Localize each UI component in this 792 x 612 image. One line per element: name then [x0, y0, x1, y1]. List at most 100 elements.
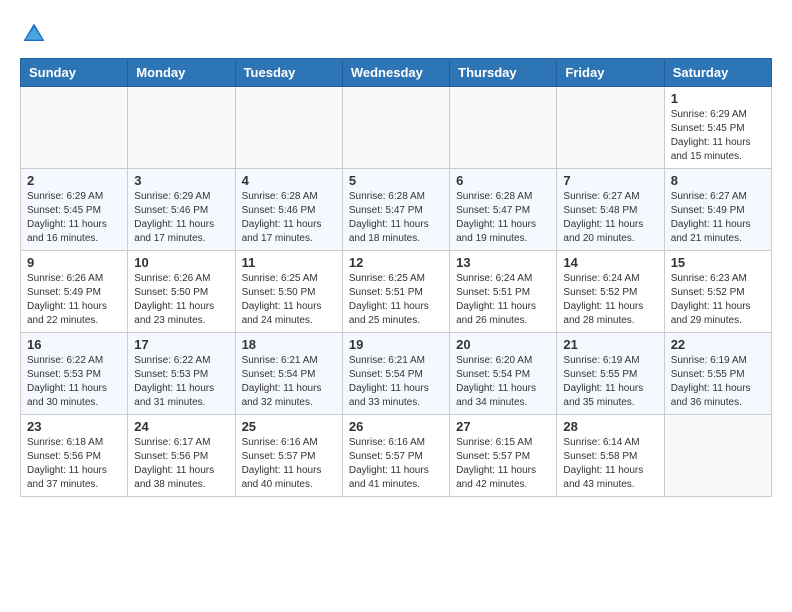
- calendar-cell: 23 Sunrise: 6:18 AM Sunset: 5:56 PM Dayli…: [21, 415, 128, 497]
- calendar-cell: 10 Sunrise: 6:26 AM Sunset: 5:50 PM Dayli…: [128, 251, 235, 333]
- day-info: Sunrise: 6:28 AM Sunset: 5:46 PM Dayligh…: [242, 190, 336, 246]
- calendar-table: SundayMondayTuesdayWednesdayThursdayFrid…: [20, 58, 772, 497]
- day-info: Sunrise: 6:29 AM Sunset: 5:45 PM Dayligh…: [671, 108, 765, 164]
- calendar-cell: 2Sunrise: 6:29 AM Sunset: 5:45 PM Daylig…: [21, 169, 128, 251]
- day-info: Sunrise: 6:17 AM Sunset: 5:56 PM Dayligh…: [134, 436, 228, 492]
- calendar-week-row: 2Sunrise: 6:29 AM Sunset: 5:45 PM Daylig…: [21, 169, 772, 251]
- day-number: 8: [671, 173, 765, 188]
- weekday-header-thursday: Thursday: [450, 59, 557, 87]
- day-number: 3: [134, 173, 228, 188]
- day-number: 24: [134, 419, 228, 434]
- calendar-cell: [128, 87, 235, 169]
- calendar-cell: 27 Sunrise: 6:15 AM Sunset: 5:57 PM Dayli…: [450, 415, 557, 497]
- day-info: Sunrise: 6:26 AM Sunset: 5:49 PM Dayligh…: [27, 272, 121, 328]
- day-info: Sunrise: 6:25 AM Sunset: 5:51 PM Dayligh…: [349, 272, 443, 328]
- calendar-cell: 20 Sunrise: 6:20 AM Sunset: 5:54 PM Dayli…: [450, 333, 557, 415]
- calendar-cell: 1 Sunrise: 6:29 AM Sunset: 5:45 PM Daylig…: [664, 87, 771, 169]
- day-info: Sunrise: 6:28 AM Sunset: 5:47 PM Dayligh…: [349, 190, 443, 246]
- day-info: Sunrise: 6:25 AM Sunset: 5:50 PM Dayligh…: [242, 272, 336, 328]
- day-number: 21: [563, 337, 657, 352]
- day-number: 25: [242, 419, 336, 434]
- calendar-header-row: SundayMondayTuesdayWednesdayThursdayFrid…: [21, 59, 772, 87]
- calendar-cell: 8 Sunrise: 6:27 AM Sunset: 5:49 PM Daylig…: [664, 169, 771, 251]
- day-number: 26: [349, 419, 443, 434]
- calendar-cell: 25 Sunrise: 6:16 AM Sunset: 5:57 PM Dayli…: [235, 415, 342, 497]
- calendar-cell: 6 Sunrise: 6:28 AM Sunset: 5:47 PM Daylig…: [450, 169, 557, 251]
- day-number: 19: [349, 337, 443, 352]
- day-number: 18: [242, 337, 336, 352]
- day-number: 13: [456, 255, 550, 270]
- calendar-cell: 3 Sunrise: 6:29 AM Sunset: 5:46 PM Daylig…: [128, 169, 235, 251]
- day-number: 6: [456, 173, 550, 188]
- page-header: [20, 20, 772, 48]
- calendar-cell: [450, 87, 557, 169]
- calendar-cell: 28 Sunrise: 6:14 AM Sunset: 5:58 PM Dayli…: [557, 415, 664, 497]
- calendar-cell: 14 Sunrise: 6:24 AM Sunset: 5:52 PM Dayli…: [557, 251, 664, 333]
- calendar-cell: 16 Sunrise: 6:22 AM Sunset: 5:53 PM Dayli…: [21, 333, 128, 415]
- calendar-cell: [235, 87, 342, 169]
- day-info: Sunrise: 6:27 AM Sunset: 5:49 PM Dayligh…: [671, 190, 765, 246]
- calendar-cell: 17 Sunrise: 6:22 AM Sunset: 5:53 PM Dayli…: [128, 333, 235, 415]
- day-info: Sunrise: 6:14 AM Sunset: 5:58 PM Dayligh…: [563, 436, 657, 492]
- day-number: 22: [671, 337, 765, 352]
- calendar-cell: 5 Sunrise: 6:28 AM Sunset: 5:47 PM Daylig…: [342, 169, 449, 251]
- day-info: Sunrise: 6:16 AM Sunset: 5:57 PM Dayligh…: [349, 436, 443, 492]
- day-number: 20: [456, 337, 550, 352]
- day-number: 4: [242, 173, 336, 188]
- calendar-cell: 11Sunrise: 6:25 AM Sunset: 5:50 PM Dayli…: [235, 251, 342, 333]
- logo: [20, 20, 52, 48]
- calendar-cell: 15Sunrise: 6:23 AM Sunset: 5:52 PM Dayli…: [664, 251, 771, 333]
- day-info: Sunrise: 6:26 AM Sunset: 5:50 PM Dayligh…: [134, 272, 228, 328]
- day-info: Sunrise: 6:24 AM Sunset: 5:51 PM Dayligh…: [456, 272, 550, 328]
- day-number: 1: [671, 91, 765, 106]
- day-number: 10: [134, 255, 228, 270]
- calendar-week-row: 9 Sunrise: 6:26 AM Sunset: 5:49 PM Daylig…: [21, 251, 772, 333]
- day-info: Sunrise: 6:22 AM Sunset: 5:53 PM Dayligh…: [27, 354, 121, 410]
- day-number: 12: [349, 255, 443, 270]
- calendar-cell: [664, 415, 771, 497]
- day-info: Sunrise: 6:18 AM Sunset: 5:56 PM Dayligh…: [27, 436, 121, 492]
- day-number: 5: [349, 173, 443, 188]
- weekday-header-friday: Friday: [557, 59, 664, 87]
- day-info: Sunrise: 6:21 AM Sunset: 5:54 PM Dayligh…: [349, 354, 443, 410]
- day-number: 7: [563, 173, 657, 188]
- calendar-cell: 19 Sunrise: 6:21 AM Sunset: 5:54 PM Dayli…: [342, 333, 449, 415]
- calendar-cell: 13 Sunrise: 6:24 AM Sunset: 5:51 PM Dayli…: [450, 251, 557, 333]
- day-info: Sunrise: 6:27 AM Sunset: 5:48 PM Dayligh…: [563, 190, 657, 246]
- calendar-cell: [21, 87, 128, 169]
- logo-icon: [20, 20, 48, 48]
- weekday-header-sunday: Sunday: [21, 59, 128, 87]
- calendar-week-row: 16 Sunrise: 6:22 AM Sunset: 5:53 PM Dayli…: [21, 333, 772, 415]
- calendar-cell: 4 Sunrise: 6:28 AM Sunset: 5:46 PM Daylig…: [235, 169, 342, 251]
- day-number: 9: [27, 255, 121, 270]
- weekday-header-tuesday: Tuesday: [235, 59, 342, 87]
- day-info: Sunrise: 6:19 AM Sunset: 5:55 PM Dayligh…: [563, 354, 657, 410]
- day-info: Sunrise: 6:24 AM Sunset: 5:52 PM Dayligh…: [563, 272, 657, 328]
- day-info: Sunrise: 6:22 AM Sunset: 5:53 PM Dayligh…: [134, 354, 228, 410]
- day-number: 27: [456, 419, 550, 434]
- calendar-week-row: 23 Sunrise: 6:18 AM Sunset: 5:56 PM Dayli…: [21, 415, 772, 497]
- calendar-cell: [557, 87, 664, 169]
- calendar-cell: 7 Sunrise: 6:27 AM Sunset: 5:48 PM Daylig…: [557, 169, 664, 251]
- calendar-cell: 21 Sunrise: 6:19 AM Sunset: 5:55 PM Dayli…: [557, 333, 664, 415]
- calendar-cell: 9 Sunrise: 6:26 AM Sunset: 5:49 PM Daylig…: [21, 251, 128, 333]
- day-number: 23: [27, 419, 121, 434]
- day-number: 28: [563, 419, 657, 434]
- day-info: Sunrise: 6:23 AM Sunset: 5:52 PM Dayligh…: [671, 272, 765, 328]
- day-number: 2: [27, 173, 121, 188]
- weekday-header-monday: Monday: [128, 59, 235, 87]
- calendar-cell: [342, 87, 449, 169]
- calendar-cell: 26 Sunrise: 6:16 AM Sunset: 5:57 PM Dayli…: [342, 415, 449, 497]
- day-info: Sunrise: 6:28 AM Sunset: 5:47 PM Dayligh…: [456, 190, 550, 246]
- day-info: Sunrise: 6:16 AM Sunset: 5:57 PM Dayligh…: [242, 436, 336, 492]
- day-number: 14: [563, 255, 657, 270]
- calendar-week-row: 1 Sunrise: 6:29 AM Sunset: 5:45 PM Daylig…: [21, 87, 772, 169]
- day-info: Sunrise: 6:29 AM Sunset: 5:46 PM Dayligh…: [134, 190, 228, 246]
- calendar-cell: 12 Sunrise: 6:25 AM Sunset: 5:51 PM Dayli…: [342, 251, 449, 333]
- calendar-cell: 18Sunrise: 6:21 AM Sunset: 5:54 PM Dayli…: [235, 333, 342, 415]
- day-info: Sunrise: 6:15 AM Sunset: 5:57 PM Dayligh…: [456, 436, 550, 492]
- calendar-cell: 24 Sunrise: 6:17 AM Sunset: 5:56 PM Dayli…: [128, 415, 235, 497]
- day-number: 17: [134, 337, 228, 352]
- day-info: Sunrise: 6:20 AM Sunset: 5:54 PM Dayligh…: [456, 354, 550, 410]
- day-number: 16: [27, 337, 121, 352]
